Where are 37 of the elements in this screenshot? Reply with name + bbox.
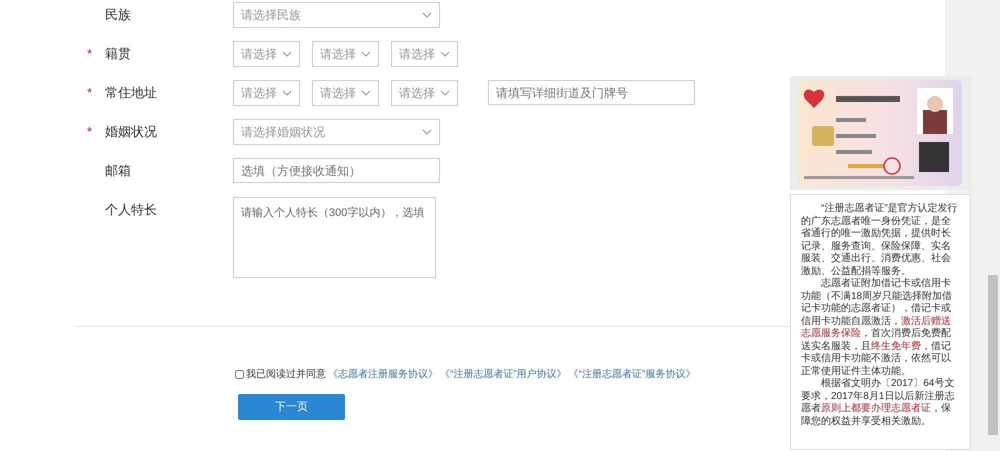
agreement-text: 我已阅读过并同意 bbox=[246, 368, 326, 382]
field-label: 常住地址 bbox=[105, 84, 157, 102]
chevron-down-icon bbox=[282, 51, 292, 57]
select-field[interactable]: 请选择民族 bbox=[233, 2, 440, 28]
chevron-down-icon bbox=[282, 90, 292, 96]
chevron-down-icon bbox=[422, 129, 432, 135]
info-paragraph: 志愿者证附加借记卡或信用卡功能（不满18周岁只能选择附加借记卡功能的志愿者证），借记卡或信用卡功能自愿激活，激活后赠送志愿服务保险，首次消费后免费配送实名服装，且终生免年费，借记卡或信用卡功能不激活，依然可以正常使用证件主体功能。 bbox=[801, 278, 954, 378]
agreement-link[interactable]: 《“注册志愿者证”服务协议》 bbox=[568, 367, 696, 382]
agree-checkbox[interactable] bbox=[235, 370, 244, 379]
info-paragraph: 根据省文明办〔2017〕64号文要求，2017年8月1日以后新注册志愿者原则上都要办理志愿者证，保障您的权益并享受相关激励。 bbox=[801, 378, 956, 428]
next-page-button[interactable]: 下一页 bbox=[238, 394, 345, 420]
field-label: 个人特长 bbox=[105, 201, 157, 220]
select-field[interactable]: 请选择 bbox=[391, 41, 458, 67]
select-field[interactable]: 请选择婚姻状况 bbox=[233, 119, 440, 145]
select-field[interactable]: 请选择 bbox=[312, 41, 379, 67]
select-field[interactable]: 请选择 bbox=[391, 80, 458, 106]
chevron-down-icon bbox=[361, 90, 371, 96]
chevron-down-icon bbox=[440, 51, 450, 57]
input-field[interactable]: 请填写详细街道及门牌号 bbox=[488, 80, 695, 105]
input-field[interactable]: 选填（方便接收通知） bbox=[233, 158, 440, 183]
required-mark: * bbox=[87, 45, 92, 64]
agreement-link[interactable]: 《“注册志愿者证”用户协议》 bbox=[440, 367, 567, 382]
select-field[interactable]: 请选择 bbox=[312, 80, 379, 106]
chevron-down-icon bbox=[440, 90, 450, 96]
field-label: 民族 bbox=[105, 6, 131, 24]
select-field[interactable]: 请选择 bbox=[233, 41, 300, 67]
info-paragraph: “注册志愿者证”是官方认定发行的广东志愿者唯一身份凭证，是全省通行的唯一激励凭据，提供时长记录、服务查询、保险保障、实名服装、交通出行、消费优惠、社会激励、公益配捐等服务。 bbox=[801, 203, 959, 278]
chevron-down-icon bbox=[361, 51, 371, 57]
required-mark: * bbox=[87, 123, 92, 142]
field-label: 婚姻状况 bbox=[105, 123, 157, 142]
required-mark: * bbox=[87, 84, 92, 102]
field-label: 籍贯 bbox=[105, 45, 131, 64]
textarea-field[interactable]: 请输入个人特长（300字以内），选填 bbox=[233, 197, 436, 278]
agreement-link[interactable]: 《志愿者注册服务协议》 bbox=[328, 367, 438, 382]
field-label: 邮箱 bbox=[105, 162, 131, 180]
select-field[interactable]: 请选择 bbox=[233, 80, 300, 106]
chevron-down-icon bbox=[422, 12, 432, 18]
